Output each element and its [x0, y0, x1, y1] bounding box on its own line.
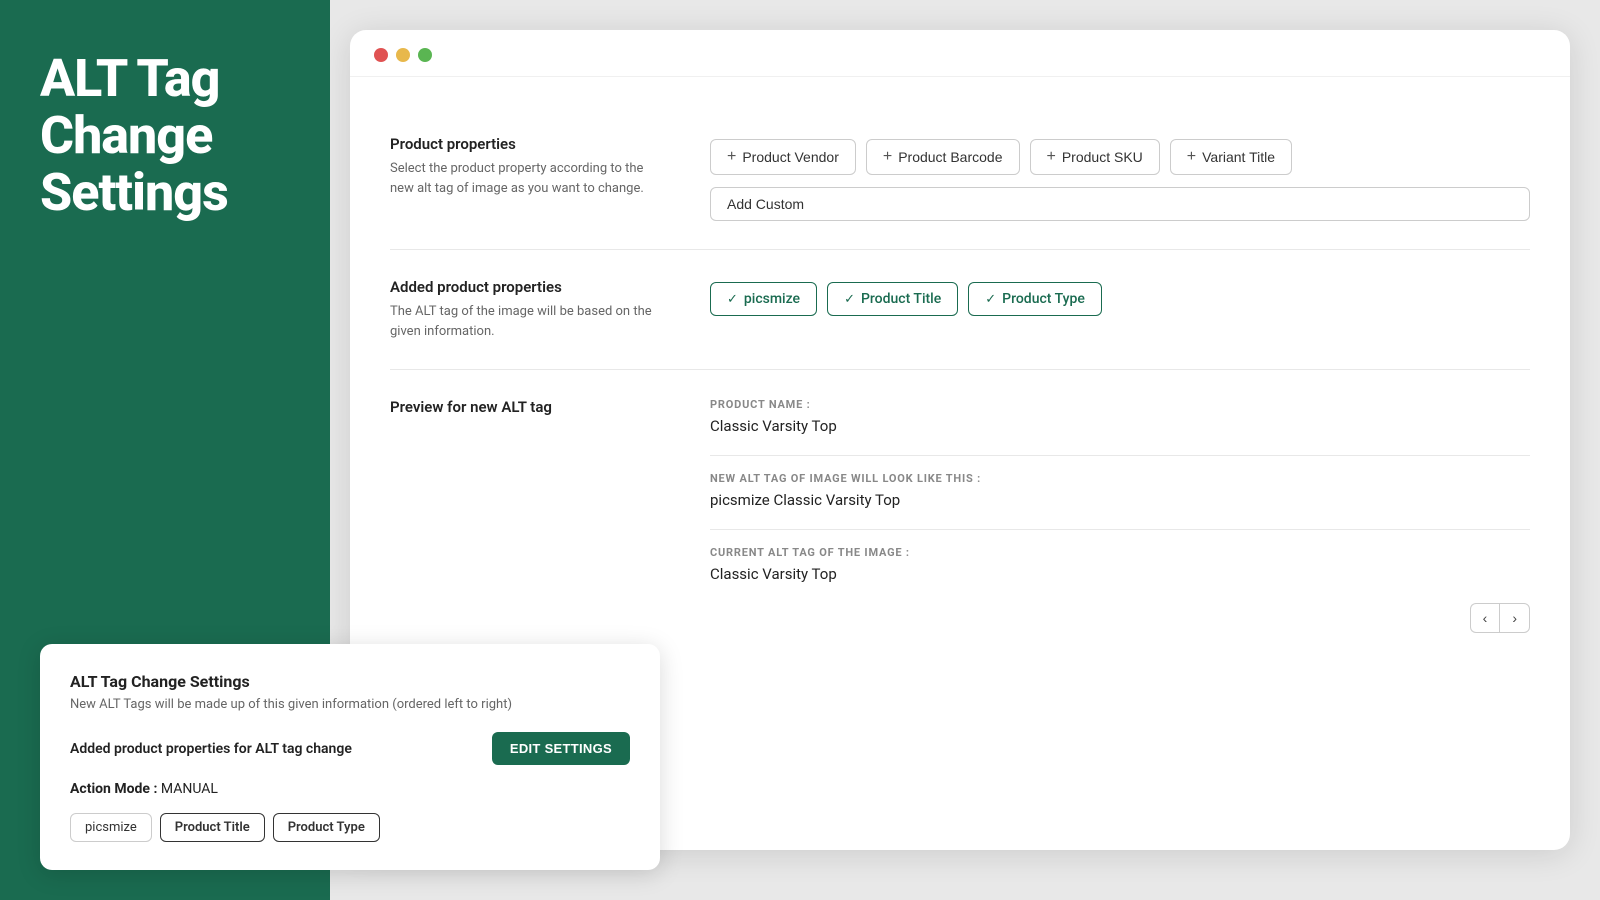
product-vendor-button[interactable]: + Product Vendor	[710, 139, 856, 175]
added-tag-product-type[interactable]: ✓ Product Type	[968, 282, 1102, 316]
tooltip-title: ALT Tag Change Settings	[70, 672, 630, 691]
added-properties-left: Added product properties The ALT tag of …	[390, 278, 670, 341]
page-title: ALT Tag Change Settings	[40, 50, 290, 222]
current-alt-block: CURRENT ALT TAG OF THE IMAGE : Classic V…	[710, 546, 1530, 583]
nav-prev-button[interactable]: ‹	[1470, 603, 1500, 633]
variant-title-button[interactable]: + Variant Title	[1170, 139, 1292, 175]
added-tag-product-title[interactable]: ✓ Product Title	[827, 282, 958, 316]
browser-chrome	[350, 30, 1570, 77]
product-properties-title: Product properties	[390, 135, 670, 153]
preview-divider-1	[710, 455, 1530, 456]
browser-dot-yellow[interactable]	[396, 48, 410, 62]
added-properties-desc: The ALT tag of the image will be based o…	[390, 302, 670, 341]
tooltip-tag-list: picsmize Product Title Product Type	[70, 813, 630, 842]
check-icon: ✓	[727, 292, 738, 307]
new-alt-block: NEW ALT TAG OF IMAGE WILL LOOK LIKE THIS…	[710, 472, 1530, 509]
product-properties-right: + Product Vendor + Product Barcode + Pro…	[710, 135, 1530, 221]
browser-content: Product properties Select the product pr…	[350, 77, 1570, 663]
nav-arrows: ‹ ›	[710, 603, 1530, 633]
preview-divider-2	[710, 529, 1530, 530]
added-properties-section: Added product properties The ALT tag of …	[390, 250, 1530, 370]
preview-section: Preview for new ALT tag PRODUCT NAME : C…	[390, 370, 1530, 633]
tooltip-tag-product-type: Product Type	[273, 813, 380, 842]
current-alt-value: Classic Varsity Top	[710, 565, 1530, 583]
new-alt-value: picsmize Classic Varsity Top	[710, 491, 1530, 509]
current-alt-label: CURRENT ALT TAG OF THE IMAGE :	[710, 546, 1530, 559]
tooltip-card: ALT Tag Change Settings New ALT Tags wil…	[40, 644, 660, 870]
tooltip-tag-picsmize: picsmize	[70, 813, 152, 842]
plus-icon: +	[1187, 148, 1196, 166]
product-name-value: Classic Varsity Top	[710, 417, 1530, 435]
plus-icon: +	[727, 148, 736, 166]
tooltip-row-label: Added product properties for ALT tag cha…	[70, 741, 352, 757]
check-icon: ✓	[844, 292, 855, 307]
action-mode-label: Action Mode : MANUAL	[70, 781, 630, 797]
tooltip-row: Added product properties for ALT tag cha…	[70, 732, 630, 765]
new-alt-label: NEW ALT TAG OF IMAGE WILL LOOK LIKE THIS…	[710, 472, 1530, 485]
product-name-label: PRODUCT NAME :	[710, 398, 1530, 411]
product-properties-left: Product properties Select the product pr…	[390, 135, 670, 198]
product-properties-desc: Select the product property according to…	[390, 159, 670, 198]
preview-right: PRODUCT NAME : Classic Varsity Top NEW A…	[710, 398, 1530, 633]
action-mode-row: Action Mode : MANUAL	[70, 781, 630, 797]
product-sku-button[interactable]: + Product SKU	[1030, 139, 1160, 175]
added-tag-picsmize[interactable]: ✓ picsmize	[710, 282, 817, 316]
product-properties-section: Product properties Select the product pr…	[390, 107, 1530, 250]
preview-left: Preview for new ALT tag	[390, 398, 670, 422]
tooltip-tag-product-title: Product Title	[160, 813, 265, 842]
check-icon: ✓	[985, 292, 996, 307]
product-name-block: PRODUCT NAME : Classic Varsity Top	[710, 398, 1530, 435]
edit-settings-button[interactable]: EDIT SETTINGS	[492, 732, 630, 765]
added-properties-right: ✓ picsmize ✓ Product Title ✓ Product Typ…	[710, 278, 1530, 316]
preview-title: Preview for new ALT tag	[390, 398, 670, 416]
browser-dot-green[interactable]	[418, 48, 432, 62]
browser-dot-red[interactable]	[374, 48, 388, 62]
tooltip-description: New ALT Tags will be made up of this giv…	[70, 697, 630, 712]
product-barcode-button[interactable]: + Product Barcode	[866, 139, 1020, 175]
nav-next-button[interactable]: ›	[1499, 603, 1530, 633]
add-custom-button[interactable]: Add Custom	[710, 187, 1530, 221]
plus-icon: +	[883, 148, 892, 166]
plus-icon: +	[1047, 148, 1056, 166]
left-panel: ALT Tag Change Settings ALT Tag Change S…	[0, 0, 330, 900]
added-properties-title: Added product properties	[390, 278, 670, 296]
